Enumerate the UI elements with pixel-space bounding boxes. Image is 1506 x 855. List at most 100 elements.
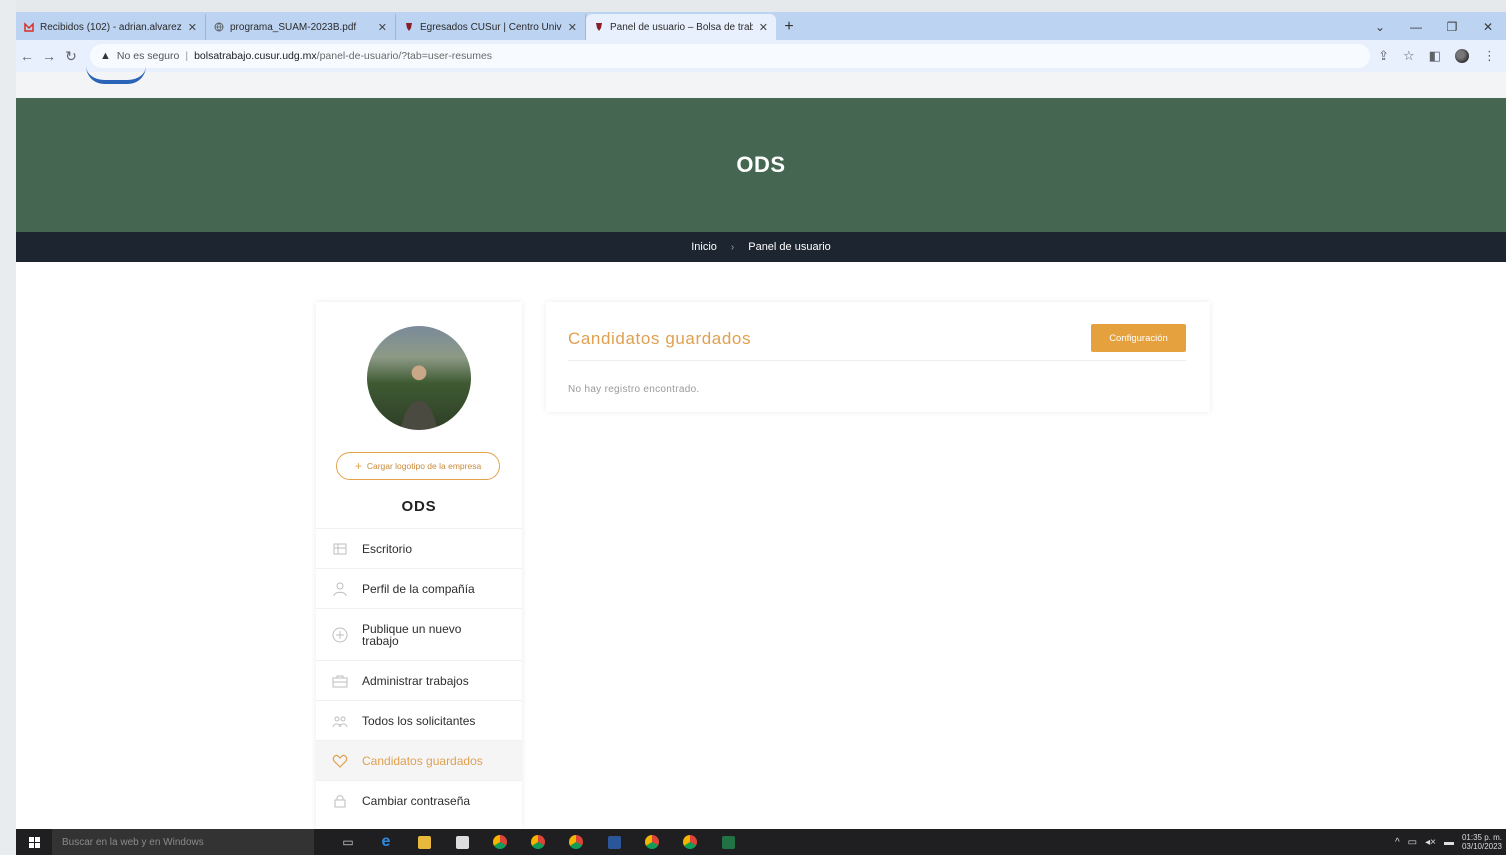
forward-icon[interactable]: → bbox=[38, 48, 60, 64]
tab-title: Recibidos (102) - adrian.alvarez bbox=[40, 21, 182, 33]
screen-frame-top bbox=[16, 0, 1506, 12]
taskbar-clock[interactable]: 01:35 p. m. 03/10/2023 bbox=[1462, 833, 1502, 851]
windows-start-icon[interactable] bbox=[16, 829, 52, 855]
profile-avatar-icon[interactable] bbox=[1455, 49, 1469, 63]
breadcrumb-home-link[interactable]: Inicio bbox=[691, 241, 717, 253]
upload-logo-button[interactable]: + Cargar logotipo de la empresa bbox=[336, 452, 500, 480]
chrome-icon[interactable] bbox=[526, 832, 550, 852]
minimize-icon[interactable]: — bbox=[1398, 20, 1434, 34]
screen-frame-left bbox=[0, 0, 16, 855]
system-tray: ^ ▭ ◂× ▬ 01:35 p. m. 03/10/2023 bbox=[1395, 833, 1506, 851]
site-header-strip bbox=[16, 72, 1506, 98]
tab-title: Egresados CUSur | Centro Unive bbox=[420, 21, 562, 33]
close-icon[interactable]: ✕ bbox=[568, 21, 577, 34]
upload-logo-label: Cargar logotipo de la empresa bbox=[366, 461, 482, 471]
url-path: /panel-de-usuario/?tab=user-resumes bbox=[316, 50, 493, 62]
volume-icon[interactable]: ◂× bbox=[1425, 837, 1436, 848]
lock-icon bbox=[332, 793, 348, 809]
back-icon[interactable]: ← bbox=[16, 48, 38, 64]
breadcrumb-current: Panel de usuario bbox=[748, 241, 831, 253]
task-view-icon[interactable]: ▭ bbox=[336, 832, 360, 852]
share-icon[interactable]: ⇪ bbox=[1378, 48, 1389, 64]
sidebar-item-contrasena[interactable]: Cambiar contraseña bbox=[316, 780, 522, 820]
sidebar-item-label: Todos los solicitantes bbox=[362, 713, 476, 728]
file-explorer-icon[interactable] bbox=[412, 832, 436, 852]
dashboard-icon bbox=[332, 541, 348, 557]
browser-tab-gmail[interactable]: Recibidos (102) - adrian.alvarez ✕ bbox=[16, 14, 206, 40]
close-icon[interactable]: ✕ bbox=[759, 21, 768, 34]
close-window-icon[interactable]: ✕ bbox=[1470, 20, 1506, 34]
warning-icon[interactable]: ▲ bbox=[100, 50, 111, 62]
briefcase-icon bbox=[332, 673, 348, 689]
sidebar-item-label: Publique un nuevo trabajo bbox=[362, 621, 462, 648]
chevron-up-icon[interactable]: ^ bbox=[1395, 837, 1400, 848]
edge-icon[interactable]: e bbox=[374, 832, 398, 852]
maximize-icon[interactable]: ❐ bbox=[1434, 20, 1470, 34]
gmail-icon bbox=[24, 22, 34, 32]
empty-state-message: No hay registro encontrado. bbox=[568, 384, 700, 395]
url-input[interactable]: ▲ No es seguro | bolsatrabajo.cusur.udg.… bbox=[90, 44, 1370, 68]
close-icon[interactable]: ✕ bbox=[378, 21, 387, 34]
chevron-right-icon: › bbox=[730, 241, 735, 253]
security-label[interactable]: No es seguro bbox=[117, 50, 179, 62]
sidebar-menu: Escritorio Perfil de la compañía Publiqu… bbox=[316, 528, 522, 820]
page-hero: ODS bbox=[16, 98, 1506, 232]
sidebar-item-solicitantes[interactable]: Todos los solicitantes bbox=[316, 700, 522, 740]
more-menu-icon[interactable]: ⋮ bbox=[1483, 48, 1496, 64]
window-controls: ⌄ — ❐ ✕ bbox=[1362, 14, 1506, 40]
side-panel-icon[interactable]: ◧ bbox=[1429, 48, 1441, 64]
tab-title: programa_SUAM-2023B.pdf bbox=[230, 21, 357, 33]
sidebar-item-escritorio[interactable]: Escritorio bbox=[316, 528, 522, 568]
taskbar-apps: ▭ e bbox=[336, 832, 740, 852]
sidebar-item-administrar[interactable]: Administrar trabajos bbox=[316, 660, 522, 700]
chrome-icon[interactable] bbox=[640, 832, 664, 852]
panel-divider bbox=[568, 360, 1186, 361]
word-icon[interactable] bbox=[602, 832, 626, 852]
chrome-icon[interactable] bbox=[564, 832, 588, 852]
sidebar-item-label: Administrar trabajos bbox=[362, 673, 469, 688]
clock-time: 01:35 p. m. bbox=[1461, 833, 1502, 842]
browser-tab-pdf[interactable]: programa_SUAM-2023B.pdf ✕ bbox=[206, 14, 396, 40]
tab-title: Panel de usuario – Bolsa de trab bbox=[610, 21, 753, 33]
url-domain: bolsatrabajo.cusur.udg.mx bbox=[194, 50, 317, 62]
page-title: ODS bbox=[736, 152, 786, 177]
plus-icon: + bbox=[354, 459, 362, 473]
taskbar-search-input[interactable]: Buscar en la web y en Windows bbox=[52, 829, 314, 855]
chrome-icon[interactable] bbox=[488, 832, 512, 852]
bookmark-star-icon[interactable]: ☆ bbox=[1403, 48, 1415, 64]
users-icon bbox=[332, 713, 348, 729]
toolbar-icons: ⇪ ☆ ◧ ⋮ bbox=[1378, 48, 1506, 64]
windows-taskbar: Buscar en la web y en Windows ▭ e ^ ▭ ◂×… bbox=[16, 829, 1506, 855]
main-content: + Cargar logotipo de la empresa ODS Escr… bbox=[16, 262, 1506, 829]
sidebar-item-candidatos[interactable]: Candidatos guardados bbox=[316, 740, 522, 780]
address-bar: ← → ↻ ▲ No es seguro | bolsatrabajo.cusu… bbox=[16, 40, 1506, 72]
clock-date: 03/10/2023 bbox=[1461, 842, 1502, 851]
browser-tab-egresados[interactable]: Egresados CUSur | Centro Unive ✕ bbox=[396, 14, 586, 40]
configuration-button[interactable]: Configuración bbox=[1091, 324, 1186, 352]
saved-candidates-panel: Candidatos guardados Configuración No ha… bbox=[546, 302, 1210, 412]
notification-icon[interactable]: ▬ bbox=[1444, 837, 1454, 848]
network-icon[interactable]: ▭ bbox=[1408, 837, 1417, 848]
excel-icon[interactable] bbox=[716, 832, 740, 852]
new-tab-button[interactable]: + bbox=[776, 14, 802, 40]
reload-icon[interactable]: ↻ bbox=[60, 48, 82, 65]
sidebar-item-perfil[interactable]: Perfil de la compañía bbox=[316, 568, 522, 608]
browser-tab-panel[interactable]: Panel de usuario – Bolsa de trab ✕ bbox=[586, 14, 776, 40]
plus-circle-icon bbox=[332, 627, 348, 643]
chrome-icon[interactable] bbox=[678, 832, 702, 852]
url-separator: | bbox=[185, 50, 189, 62]
browser-tab-bar: Recibidos (102) - adrian.alvarez ✕ progr… bbox=[16, 12, 1506, 40]
user-sidebar: + Cargar logotipo de la empresa ODS Escr… bbox=[316, 302, 522, 829]
udg-icon bbox=[404, 22, 414, 32]
panel-title: Candidatos guardados bbox=[568, 329, 752, 348]
close-icon[interactable]: ✕ bbox=[188, 21, 197, 34]
avatar bbox=[367, 326, 471, 430]
sidebar-item-publicar[interactable]: Publique un nuevo trabajo bbox=[316, 608, 522, 660]
company-name: ODS bbox=[401, 498, 437, 515]
udg-icon bbox=[594, 22, 604, 32]
sidebar-item-label: Candidatos guardados bbox=[362, 753, 483, 768]
user-icon bbox=[332, 581, 348, 597]
heart-icon bbox=[332, 753, 348, 769]
tab-search-icon[interactable]: ⌄ bbox=[1362, 20, 1398, 34]
store-icon[interactable] bbox=[450, 832, 474, 852]
